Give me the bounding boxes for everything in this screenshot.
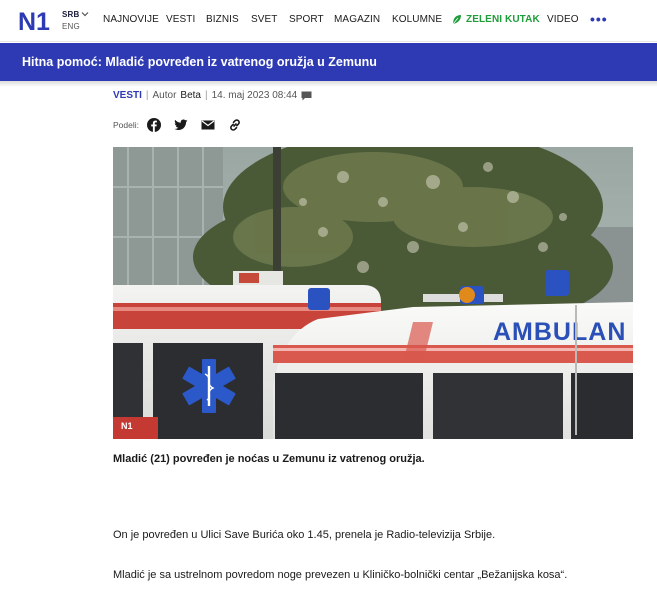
svg-text:N1: N1 — [121, 421, 133, 431]
article-photo[interactable]: N1 AMBULAN — [113, 147, 633, 439]
article-title: Hitna pomoć: Mladić povređen iz vatrenog… — [22, 55, 377, 69]
svg-text:AMBULAN: AMBULAN — [493, 318, 626, 346]
nav-item-biznis[interactable]: BIZNIS — [206, 14, 239, 25]
leaf-icon — [452, 15, 461, 25]
title-bar-shadow — [0, 81, 657, 87]
more-menu-icon[interactable]: ••• — [590, 11, 608, 27]
svg-text:N1: N1 — [18, 8, 50, 34]
nav-item-vesti[interactable]: VESTI — [166, 14, 195, 25]
nav-item-zeleni-kutak[interactable]: ZELENI KUTAK — [466, 14, 540, 25]
article-paragraph: Mladić je sa ustrelnom povredom noge pre… — [113, 569, 568, 581]
nav-item-sport[interactable]: SPORT — [289, 14, 324, 25]
nav-item-najnovije[interactable]: NAJNOVIJE — [103, 14, 159, 25]
chevron-down-icon[interactable] — [81, 10, 89, 18]
ambulance-photo-illustration: N1 AMBULAN — [113, 147, 633, 439]
article-paragraph: On je povređen u Ulici Save Burića oko 1… — [113, 529, 496, 541]
top-navigation: N1 SRB ENG NAJNOVIJE VESTI BIZNIS SVET S… — [0, 0, 657, 42]
share-label: Podeli: — [113, 120, 139, 130]
email-icon[interactable] — [201, 118, 215, 132]
article-title-bar: Hitna pomoć: Mladić povređen iz vatrenog… — [0, 43, 657, 81]
nav-item-kolumne[interactable]: KOLUMNE — [392, 14, 442, 25]
article-meta: VESTI | Autor Beta | 14. maj 2023 08:44 — [113, 90, 312, 101]
comment-icon[interactable] — [301, 91, 312, 101]
share-bar: Podeli: — [113, 118, 255, 132]
nav-item-video[interactable]: VIDEO — [547, 14, 579, 25]
author-label: Autor — [152, 90, 177, 101]
twitter-icon[interactable] — [174, 118, 188, 132]
article-date: 14. maj 2023 08:44 — [211, 90, 298, 101]
photo-caption: Mladić (21) povređen je noćas u Zemunu i… — [113, 453, 425, 465]
article-author[interactable]: Beta — [180, 90, 201, 101]
facebook-icon[interactable] — [147, 118, 161, 132]
language-alternate[interactable]: ENG — [62, 22, 80, 31]
language-current[interactable]: SRB — [62, 10, 80, 19]
article-category[interactable]: VESTI — [113, 90, 142, 101]
nav-item-magazin[interactable]: MAGAZIN — [334, 14, 380, 25]
meta-separator: | — [145, 90, 149, 101]
meta-separator: | — [205, 90, 208, 101]
n1-logo[interactable]: N1 — [18, 8, 56, 34]
nav-item-svet[interactable]: SVET — [251, 14, 278, 25]
link-icon[interactable] — [228, 118, 242, 132]
